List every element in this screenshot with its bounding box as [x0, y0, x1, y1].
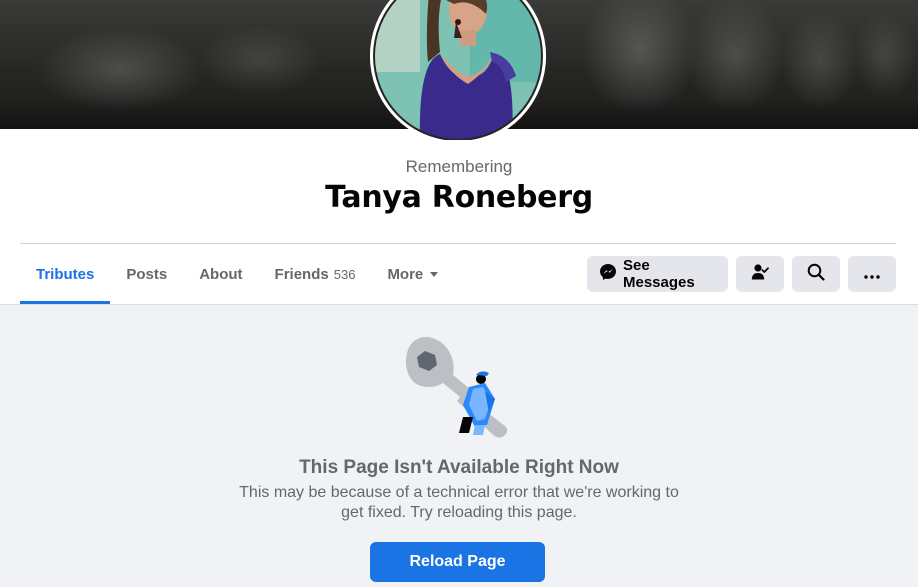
- profile-tabs: Tributes Posts About Friends 536 More: [20, 244, 454, 304]
- tab-posts[interactable]: Posts: [110, 244, 183, 304]
- more-icon: [864, 266, 880, 283]
- person-check-icon: [751, 263, 769, 285]
- reload-page-button[interactable]: Reload Page: [370, 542, 545, 582]
- error-title: This Page Isn't Available Right Now: [299, 457, 619, 478]
- broken-wrench-illustration-icon: [403, 335, 515, 444]
- more-options-button[interactable]: [848, 256, 896, 292]
- reload-page-label: Reload Page: [409, 553, 506, 570]
- profile-name: Tanya Roneberg: [325, 180, 593, 215]
- error-panel: This Page Isn't Available Right Now This…: [0, 305, 918, 587]
- profile-picture[interactable]: [370, 0, 546, 140]
- tab-label: Friends: [274, 265, 329, 283]
- see-messages-label: See Messages: [623, 257, 695, 291]
- tab-friends[interactable]: Friends 536: [259, 244, 372, 304]
- tab-label: About: [199, 265, 243, 283]
- search-button[interactable]: [792, 256, 840, 292]
- tab-label: More: [387, 265, 424, 283]
- profile-actions: See Messages: [587, 256, 896, 292]
- friend-status-button[interactable]: [736, 256, 784, 292]
- error-message: This may be because of a technical error…: [239, 484, 679, 521]
- friends-count: 536: [333, 266, 356, 282]
- tab-label: Posts: [126, 265, 168, 283]
- tab-about[interactable]: About: [183, 244, 258, 304]
- tab-more[interactable]: More: [371, 244, 454, 304]
- tab-tributes[interactable]: Tributes: [20, 244, 111, 304]
- remembering-label: Remembering: [405, 157, 513, 176]
- caret-down-icon: [430, 271, 439, 277]
- messenger-icon: [599, 263, 617, 285]
- tab-label: Tributes: [36, 265, 95, 283]
- search-icon: [807, 263, 825, 285]
- see-messages-button[interactable]: See Messages: [587, 256, 728, 292]
